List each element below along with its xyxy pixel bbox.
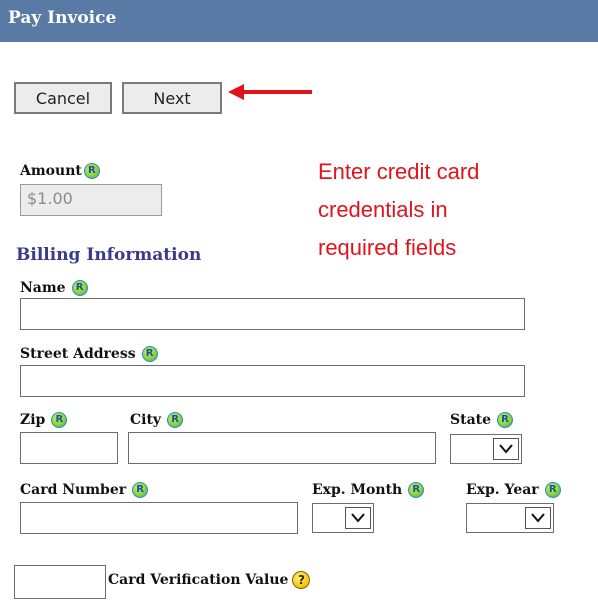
zip-input[interactable] [20,432,118,464]
exp-year-label: Exp. Year R [466,482,561,498]
chevron-down-icon[interactable] [493,438,519,460]
card-number-label-text: Card Number [20,482,127,498]
required-icon: R [71,280,88,296]
instruction-callout: Enter credit card credentials in require… [300,143,540,275]
required-icon: R [167,412,184,428]
amount-label: Amount R [20,163,100,179]
amount-label-text: Amount [20,163,82,179]
cvv-label-text: Card Verification Value [108,572,289,588]
required-icon: R [83,163,100,179]
name-input[interactable] [20,298,525,330]
callout-line-3: required fields [318,235,457,260]
required-icon: R [497,412,514,428]
state-label: State R [450,412,514,428]
name-label-text: Name [20,280,66,296]
next-button[interactable]: Next [122,82,222,114]
chevron-down-icon[interactable] [525,507,551,529]
chevron-down-icon[interactable] [345,507,371,529]
street-address-label: Street Address R [20,346,158,362]
zip-label: Zip R [20,412,68,428]
callout-line-1: Enter credit card [318,159,480,184]
help-icon[interactable]: ? [292,571,311,589]
callout-line-2: credentials in [318,197,448,222]
exp-month-select[interactable] [312,503,374,533]
required-icon: R [544,482,561,498]
required-icon: R [51,412,68,428]
required-icon: R [132,482,149,498]
city-label: City R [130,412,184,428]
state-select[interactable] [450,434,522,464]
page-title: Pay Invoice [8,8,117,28]
city-input[interactable] [128,432,436,464]
state-label-text: State [450,412,492,428]
cvv-input[interactable] [14,565,106,599]
exp-year-select[interactable] [466,503,554,533]
street-address-input[interactable] [20,365,525,397]
cvv-label: Card Verification Value ? [108,571,311,589]
card-number-label: Card Number R [20,482,149,498]
required-icon: R [141,346,158,362]
amount-field: $1.00 [20,184,162,216]
name-label: Name R [20,280,88,296]
city-label-text: City [130,412,162,428]
page-header: Pay Invoice [0,0,598,42]
card-number-input[interactable] [20,502,298,534]
red-arrow-annotation [228,84,312,100]
cancel-button[interactable]: Cancel [14,82,112,114]
billing-information-heading: Billing Information [16,245,202,265]
exp-year-label-text: Exp. Year [466,482,539,498]
required-icon: R [408,482,425,498]
street-address-label-text: Street Address [20,346,136,362]
exp-month-label-text: Exp. Month [312,482,403,498]
zip-label-text: Zip [20,412,46,428]
exp-month-label: Exp. Month R [312,482,425,498]
